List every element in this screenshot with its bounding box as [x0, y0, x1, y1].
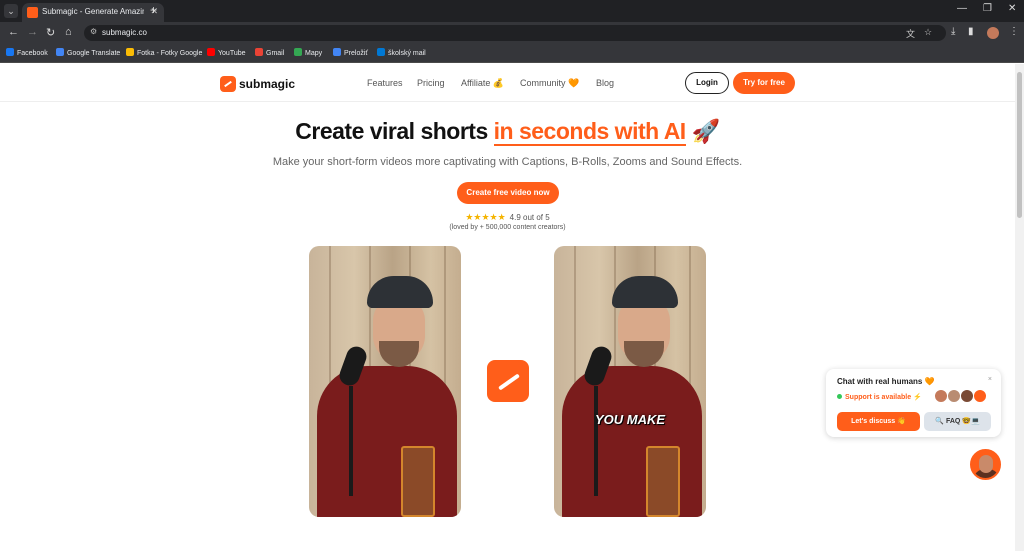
site-info-icon[interactable]: ⚙: [90, 27, 97, 36]
site-header: submagic Features Pricing Affiliate 💰 Co…: [0, 64, 1015, 102]
create-free-video-button[interactable]: Create free video now: [457, 182, 559, 204]
tab-search-button[interactable]: ⌄: [4, 4, 18, 18]
rating: ★★★★★ 4.9 out of 5: [0, 212, 1015, 223]
url-text: submagic.co: [102, 28, 147, 37]
facebook-icon: [6, 48, 14, 56]
hero-title-accent: in seconds with AI: [493, 118, 686, 146]
bookmark-mapy[interactable]: Mapy: [294, 48, 322, 57]
person-cap: [612, 276, 678, 308]
web-page: submagic Features Pricing Affiliate 💰 Co…: [0, 64, 1015, 551]
nav-community[interactable]: Community 🧡: [520, 78, 579, 89]
scroll-thumb[interactable]: [1017, 72, 1022, 218]
photos-icon: [126, 48, 134, 56]
download-icon[interactable]: ⤓: [951, 26, 955, 37]
minimize-icon[interactable]: —: [957, 3, 967, 14]
avatar: [947, 389, 961, 403]
nav-blog[interactable]: Blog: [596, 78, 614, 88]
tab-title: Submagic - Generate Amazing: [42, 7, 144, 16]
person-shirt: [317, 366, 457, 517]
translate-icon: [333, 48, 341, 56]
active-tab[interactable]: Submagic - Generate Amazing ✕: [22, 3, 164, 22]
rocket-icon: 🚀: [685, 118, 721, 144]
page-scrollbar[interactable]: [1015, 64, 1024, 551]
product-box: [646, 446, 680, 517]
tab-bar: ⌄ Submagic - Generate Amazing ✕ + — ❐ ✕: [0, 0, 1024, 22]
bookmark-skolsky-mail[interactable]: školský mail: [377, 48, 426, 57]
submagic-wand-icon: [487, 360, 529, 402]
address-bar-row: ← → ↻ ⌂ ⚙ submagic.co 文 ☆ ⤓ ▮ ⋮: [0, 22, 1024, 44]
nav-features[interactable]: Features: [367, 78, 403, 88]
hero-subtitle: Make your short-form videos more captiva…: [272, 156, 743, 168]
chat-launcher-avatar[interactable]: [970, 449, 1001, 480]
menu-icon[interactable]: ⋮: [1009, 26, 1019, 37]
sidepanel-icon[interactable]: ▮: [968, 26, 974, 37]
translate-icon: [56, 48, 64, 56]
product-box: [401, 446, 435, 517]
omnibox[interactable]: ⚙ submagic.co 文 ☆: [84, 25, 946, 41]
person-cap: [367, 276, 433, 308]
person-shirt: [562, 366, 702, 517]
profile-avatar[interactable]: [987, 27, 999, 39]
nav-affiliate[interactable]: Affiliate 💰: [461, 78, 504, 89]
window-close-icon[interactable]: ✕: [1008, 3, 1016, 14]
video-caption: YOU MAKE: [594, 412, 666, 427]
try-for-free-button[interactable]: Try for free: [733, 72, 795, 94]
lets-discuss-button[interactable]: Let's discuss 👋: [837, 412, 920, 431]
video-before[interactable]: [309, 246, 461, 517]
login-button[interactable]: Login: [685, 72, 729, 94]
gmail-icon: [255, 48, 263, 56]
bookmark-youtube[interactable]: YouTube: [207, 48, 246, 57]
bookmark-google-photos[interactable]: Fotka - Fotky Google: [126, 48, 202, 57]
star-rating-icon: ★★★★★: [465, 212, 506, 222]
avatar: [973, 389, 987, 403]
outlook-icon: [377, 48, 385, 56]
loved-by-text: (loved by + 500,000 content creators): [449, 224, 566, 231]
maps-icon: [294, 48, 302, 56]
bookmark-facebook[interactable]: Facebook: [6, 48, 48, 57]
chat-title: Chat with real humans 🧡: [837, 377, 935, 386]
bookmark-star-icon[interactable]: ☆: [924, 27, 932, 38]
nav-pricing[interactable]: Pricing: [417, 78, 445, 88]
bookmark-google-translate[interactable]: Google Translate: [56, 48, 120, 57]
online-dot-icon: [837, 394, 842, 399]
submagic-logo[interactable]: submagic: [220, 75, 295, 93]
bookmarks-bar: Facebook Google Translate Fotka - Fotky …: [0, 44, 1024, 63]
chat-widget: Chat with real humans 🧡 × Support is ava…: [826, 369, 1001, 437]
chat-close-icon[interactable]: ×: [988, 376, 992, 383]
rating-text: 4.9 out of 5: [509, 213, 550, 222]
video-after[interactable]: YOU MAKE: [554, 246, 706, 517]
forward-icon[interactable]: →: [27, 26, 38, 38]
bookmark-gmail[interactable]: Gmail: [255, 48, 284, 57]
home-icon[interactable]: ⌂: [65, 26, 72, 38]
youtube-icon: [207, 48, 215, 56]
hero-title: Create viral shorts in seconds with AI 🚀: [295, 118, 721, 146]
submagic-favicon-icon: [27, 7, 38, 18]
avatar: [934, 389, 948, 403]
restore-icon[interactable]: ❐: [983, 3, 992, 14]
support-status: Support is available ⚡: [837, 393, 922, 401]
reload-icon[interactable]: ↻: [46, 26, 55, 39]
translate-icon[interactable]: 文: [906, 27, 915, 40]
bookmark-prelozit[interactable]: Preložiť: [333, 48, 368, 57]
submagic-logo-icon: [220, 75, 236, 92]
new-tab-button[interactable]: +: [150, 3, 157, 17]
faq-button[interactable]: 🔍 FAQ 🤓💻: [924, 412, 991, 431]
back-icon[interactable]: ←: [8, 26, 19, 38]
avatar: [960, 389, 974, 403]
